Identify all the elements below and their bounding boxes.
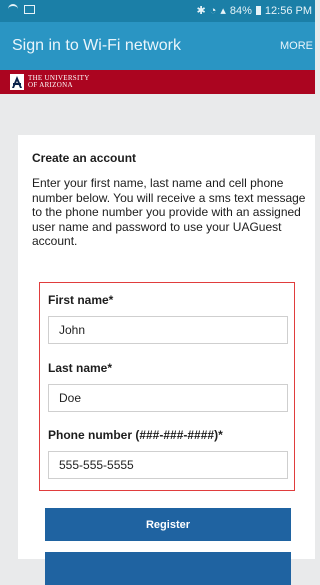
university-name-line2: OF ARIZONA xyxy=(28,81,73,89)
first-name-input[interactable] xyxy=(48,316,288,344)
alarm-icon: ◔ xyxy=(209,4,217,17)
signal-icon: ▴ xyxy=(220,5,226,17)
card-title: Create an account xyxy=(32,151,137,165)
status-bar: ✱ ◔ ▴ 84% 12:56 PM xyxy=(0,0,315,22)
university-logo-icon xyxy=(10,74,24,90)
last-name-label: Last name* xyxy=(48,361,113,375)
bluetooth-icon: ✱ xyxy=(196,5,206,17)
status-notifications xyxy=(8,4,35,14)
app-bar: Sign in to Wi-Fi network MORE xyxy=(0,22,315,70)
last-name-input[interactable] xyxy=(48,384,288,412)
image-notification-icon xyxy=(24,4,35,14)
status-indicators: ✱ ◔ ▴ 84% 12:56 PM xyxy=(196,4,312,18)
phone-number-input[interactable] xyxy=(48,451,288,479)
app-title: Sign in to Wi-Fi network xyxy=(12,37,181,54)
account-form: First name* Last name* Phone number (###… xyxy=(39,282,295,491)
battery-icon xyxy=(255,6,261,15)
more-menu-button[interactable]: MORE xyxy=(280,40,313,52)
university-banner: THE UNIVERSITY OF ARIZONA xyxy=(0,70,315,94)
intro-text: Enter your first name, last name and cel… xyxy=(32,176,306,248)
register-button[interactable]: Register xyxy=(45,508,291,541)
create-account-card: Create an account Enter your first name,… xyxy=(18,135,315,585)
wifi-notification-icon xyxy=(8,4,18,14)
first-name-label: First name* xyxy=(48,293,114,307)
university-name: THE UNIVERSITY OF ARIZONA xyxy=(28,75,90,89)
status-time: 12:56 PM xyxy=(264,4,312,17)
battery-percent: 84% xyxy=(229,4,252,17)
secondary-button[interactable] xyxy=(45,552,291,585)
phone-number-label: Phone number (###-###-####)* xyxy=(48,428,223,442)
